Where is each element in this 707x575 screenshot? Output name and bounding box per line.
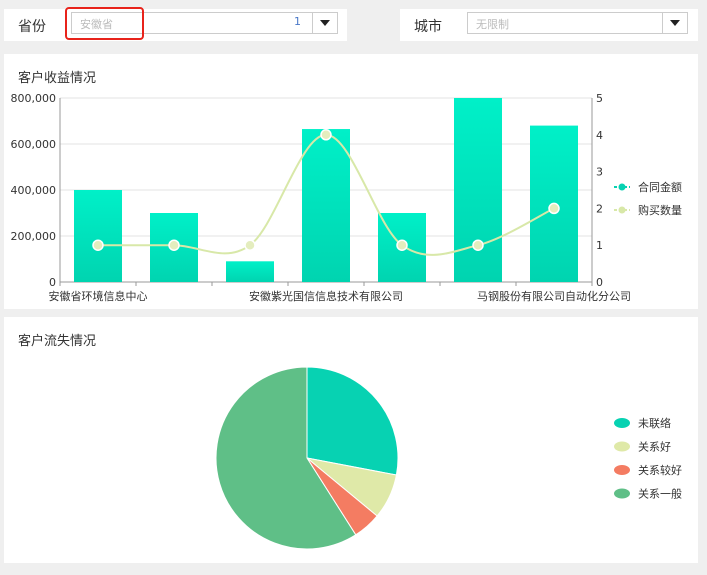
y-right-tick-label: 4 xyxy=(596,129,603,142)
y-right-tick-label: 2 xyxy=(596,202,603,215)
bar-0 xyxy=(74,190,122,282)
legend-label-contract-amount: 合同金额 xyxy=(638,180,682,194)
y-left-tick-label: 600,000 xyxy=(11,138,57,151)
y-right-tick-label: 3 xyxy=(596,166,603,179)
y-right-tick-label: 5 xyxy=(596,92,603,105)
legend-dot-purchases xyxy=(618,206,626,214)
legend-dot-contract-amount xyxy=(618,183,626,191)
churn-panel: 客户流失情况 xyxy=(4,317,698,563)
line-point-0 xyxy=(92,239,104,251)
bar-3 xyxy=(302,129,350,282)
line-point-2 xyxy=(244,239,256,251)
revenue-chart: 0 200,000 400,000 600,000 800,000 0 1 2 3 4 5 安徽省环境… xyxy=(11,92,683,303)
y-left-tick-label: 0 xyxy=(49,276,56,289)
line-point-6 xyxy=(548,202,560,215)
y-left-tick-label: 200,000 xyxy=(11,230,57,243)
legend-label-purchases: 购买数量 xyxy=(638,203,682,217)
x-tick-label: 安徽紫光国信信息技术有限公司 xyxy=(249,289,403,303)
y-right-tick-label: 0 xyxy=(596,276,603,289)
x-tick-label: 安徽省环境信息中心 xyxy=(49,289,148,303)
line-point-5 xyxy=(472,239,484,251)
y-left-tick-label: 800,000 xyxy=(11,92,57,105)
bar-2 xyxy=(226,261,274,282)
y-right-tick-label: 1 xyxy=(596,239,603,252)
line-point-3 xyxy=(320,129,332,141)
bar-5 xyxy=(454,98,502,282)
y-left-tick-label: 400,000 xyxy=(11,184,57,197)
line-point-4 xyxy=(396,239,408,251)
line-point-1 xyxy=(168,239,180,251)
x-tick-label: 马钢股份有限公司自动化分公司 xyxy=(477,289,631,303)
churn-panel-title: 客户流失情况 xyxy=(18,334,97,349)
